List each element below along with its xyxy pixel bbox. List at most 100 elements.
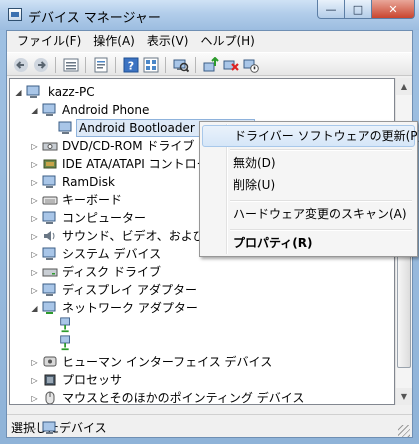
device-manager-window: デバイス マネージャー — □ ✕ ファイル(F) 操作(A) 表示(V) ヘル… xyxy=(0,0,419,444)
network-adapter-icon xyxy=(42,301,56,314)
tree-item[interactable]: ▷ プロセッサ xyxy=(10,371,390,389)
tree-item[interactable]: ◢ ネットワーク アダプター xyxy=(10,299,390,317)
disk-drive-icon xyxy=(42,268,58,277)
tree-item[interactable]: ▷ マウスとそのほかのポインティング デバイス xyxy=(10,389,390,405)
device-manager-icon xyxy=(8,8,22,21)
toolbar-separator xyxy=(115,57,116,73)
tree-item-monitor[interactable]: ▷ xyxy=(9,419,389,437)
disc-drive-icon xyxy=(42,142,58,151)
tree-item-label: プロセッサ xyxy=(62,373,123,387)
tree-item-label: コンピューター xyxy=(62,211,147,225)
menu-help[interactable]: ヘルプ(H) xyxy=(194,31,260,51)
scan-hardware-icon[interactable] xyxy=(173,57,189,73)
collapse-icon[interactable]: ◢ xyxy=(30,106,39,115)
menu-separator xyxy=(230,149,412,151)
toolbar: ? xyxy=(7,52,412,76)
collapse-icon[interactable]: ◢ xyxy=(30,304,39,313)
computer-icon xyxy=(26,85,40,98)
scroll-down-arrow-icon[interactable]: ▼ xyxy=(396,388,412,405)
view-icon[interactable] xyxy=(143,57,159,73)
tree-item[interactable]: ▷ ディスプレイ アダプター xyxy=(10,281,390,299)
menu-separator xyxy=(230,200,412,202)
expand-icon[interactable]: ▷ xyxy=(30,178,39,187)
tree-item-label: ディスプレイ アダプター xyxy=(62,283,197,297)
expand-icon[interactable]: ▷ xyxy=(30,376,39,385)
expand-icon[interactable]: ▷ xyxy=(30,196,39,205)
menu-action[interactable]: 操作(A) xyxy=(87,31,141,51)
menu-view[interactable]: 表示(V) xyxy=(141,31,195,51)
maximize-button[interactable]: □ xyxy=(345,0,372,19)
computer-icon xyxy=(42,211,56,224)
scan-hardware-menu-item[interactable]: ハードウェア変更のスキャン(A) xyxy=(202,203,415,225)
tree-item-label: マウスとそのほかのポインティング デバイス xyxy=(62,391,305,405)
tree-item-partial xyxy=(9,406,389,413)
tree-item[interactable]: ▷ ディスク ドライブ xyxy=(10,263,390,281)
disable-menu-item[interactable]: 無効(D) xyxy=(202,152,415,174)
display-adapter-icon xyxy=(42,283,56,296)
uninstall-icon[interactable] xyxy=(223,57,239,73)
collapse-icon[interactable]: ◢ xyxy=(14,88,23,97)
speaker-icon xyxy=(44,231,55,241)
update-driver-menu-item[interactable]: ドライバー ソフトウェアの更新(P)... xyxy=(202,125,419,147)
context-menu: ドライバー ソフトウェアの更新(P)... 無効(D) 削除(U) ハードウェア… xyxy=(199,121,419,257)
forward-arrow-icon[interactable] xyxy=(33,57,49,73)
ide-controller-icon xyxy=(43,159,57,169)
title-bar[interactable]: デバイス マネージャー — □ ✕ xyxy=(0,0,419,30)
tree-root-label: kazz-PC xyxy=(48,85,95,99)
expand-icon[interactable]: ▷ xyxy=(30,358,39,367)
properties-icon[interactable] xyxy=(93,57,109,73)
menu-bar: ファイル(F) 操作(A) 表示(V) ヘルプ(H) xyxy=(7,31,412,51)
tree-item[interactable] xyxy=(10,317,390,335)
tree-item[interactable]: ▷ ヒューマン インターフェイス デバイス xyxy=(10,353,390,371)
tree-item-label: キーボード xyxy=(62,193,123,207)
expand-icon[interactable]: ▷ xyxy=(30,142,39,151)
expand-icon[interactable]: ▷ xyxy=(30,160,39,169)
window-controls: — □ ✕ xyxy=(317,0,415,20)
menu-file[interactable]: ファイル(F) xyxy=(11,31,87,51)
processor-icon xyxy=(44,374,56,386)
scroll-up-arrow-icon[interactable]: ▲ xyxy=(396,78,412,95)
expand-icon[interactable]: ▷ xyxy=(30,424,36,433)
disable-icon[interactable] xyxy=(243,57,259,73)
tree-item[interactable] xyxy=(10,335,390,353)
minimize-button[interactable]: — xyxy=(317,0,345,19)
tree-item-label: ディスク ドライブ xyxy=(62,265,161,279)
expand-icon[interactable]: ▷ xyxy=(30,394,39,403)
tree-item-label: システム デバイス xyxy=(62,247,162,261)
usb-device-icon xyxy=(58,121,72,134)
tree-item-label: RamDisk xyxy=(62,175,115,189)
expand-icon[interactable]: ▷ xyxy=(30,214,39,223)
properties-menu-item[interactable]: プロパティ(R) xyxy=(202,232,415,254)
network-device-icon xyxy=(60,317,70,333)
help-icon[interactable]: ? xyxy=(123,57,139,73)
back-arrow-icon[interactable] xyxy=(13,57,29,73)
tree-item-label: DVD/CD-ROM ドライブ xyxy=(62,139,195,153)
uninstall-menu-item[interactable]: 削除(U) xyxy=(202,174,415,196)
toolbar-separator xyxy=(55,57,56,73)
window-title: デバイス マネージャー xyxy=(28,11,161,26)
update-driver-icon[interactable] xyxy=(203,57,219,73)
svg-text:?: ? xyxy=(128,60,134,73)
expand-icon[interactable]: ▷ xyxy=(30,286,39,295)
resize-grip[interactable] xyxy=(398,425,410,437)
expand-icon[interactable]: ▷ xyxy=(30,268,39,277)
tree-item-label: ヒューマン インターフェイス デバイス xyxy=(62,355,273,369)
tree-item-label: ネットワーク アダプター xyxy=(62,301,198,315)
network-device-icon xyxy=(60,335,70,351)
system-device-icon xyxy=(42,247,56,260)
ramdisk-icon xyxy=(42,175,56,188)
toolbar-separator xyxy=(165,57,166,73)
keyboard-icon xyxy=(42,196,58,205)
toolbar-separator xyxy=(85,57,86,73)
tree-root[interactable]: ◢ kazz-PC xyxy=(10,83,390,101)
phone-device-icon xyxy=(42,103,56,116)
device-list-icon[interactable] xyxy=(63,57,79,73)
expand-icon[interactable]: ▷ xyxy=(30,232,39,241)
menu-separator xyxy=(230,229,412,231)
tree-item-label: Android Phone xyxy=(62,103,150,117)
hid-icon xyxy=(43,356,57,367)
close-button[interactable]: ✕ xyxy=(372,0,415,19)
monitor-icon xyxy=(42,421,56,434)
tree-item[interactable]: ◢ Android Phone xyxy=(10,101,390,119)
expand-icon[interactable]: ▷ xyxy=(30,250,39,259)
